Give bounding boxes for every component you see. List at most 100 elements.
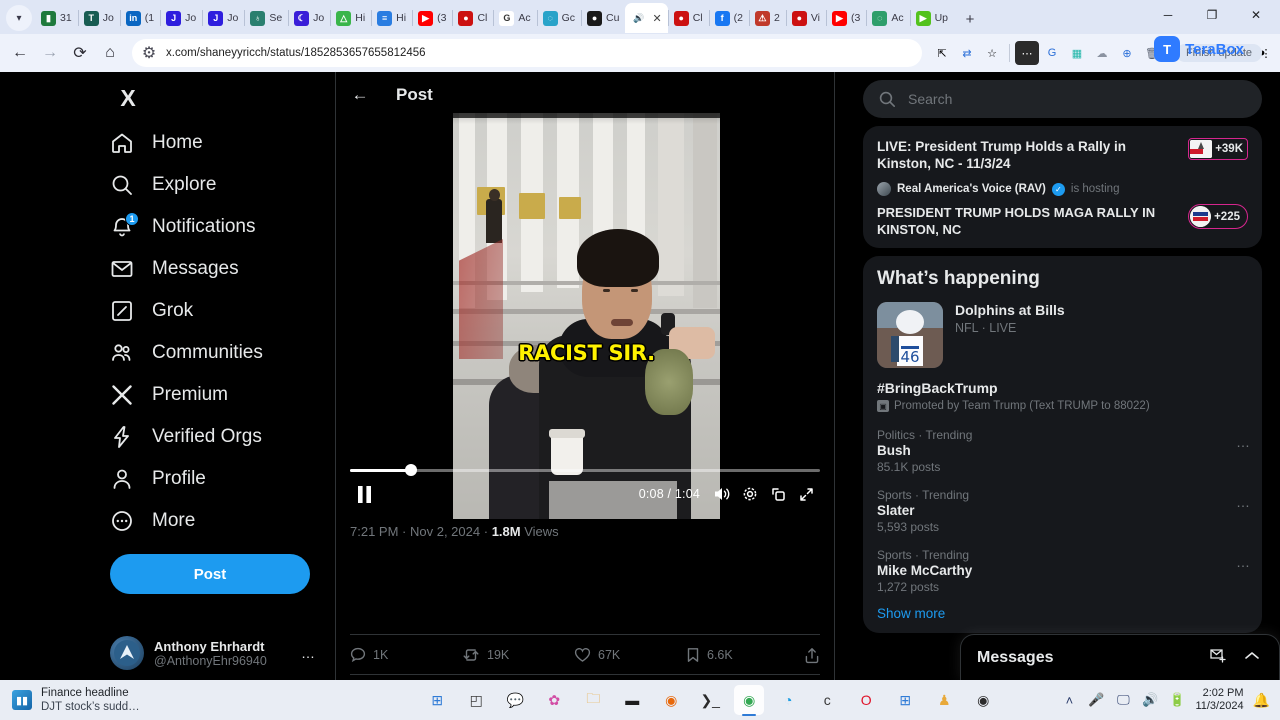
- taskbar-start-icon[interactable]: ⊞: [422, 685, 452, 715]
- like-action[interactable]: 67K: [574, 647, 686, 663]
- browser-tab[interactable]: ▮ 31: [35, 3, 78, 33]
- browser-tab[interactable]: f (2: [708, 3, 749, 33]
- space-host-row[interactable]: Real America's Voice (RAV) ✓ is hosting: [877, 172, 1248, 196]
- volume-on-icon[interactable]: [708, 480, 736, 508]
- display-icon[interactable]: 🖵: [1114, 692, 1132, 708]
- close-button[interactable]: ✕: [1234, 0, 1278, 30]
- install-app-icon[interactable]: ⇱: [930, 41, 954, 65]
- video-progress-track[interactable]: [350, 464, 820, 476]
- bookmark-action[interactable]: 6.6K: [686, 647, 798, 663]
- extension-dark-icon[interactable]: ⋯: [1015, 41, 1039, 65]
- sidebar-item-verified-orgs[interactable]: Verified Orgs: [110, 416, 335, 458]
- taskbar-c-app-icon[interactable]: c: [812, 685, 842, 715]
- address-bar[interactable]: ⚙ x.com/shaneyyricch/status/185285365765…: [132, 39, 922, 67]
- sidebar-item-grok[interactable]: Grok: [110, 290, 335, 332]
- x-logo-icon[interactable]: X: [110, 80, 146, 116]
- sidebar-item-communities[interactable]: Communities: [110, 332, 335, 374]
- browser-tab[interactable]: ▶ (3: [412, 3, 452, 33]
- back-arrow-icon[interactable]: ←: [350, 85, 370, 105]
- sidebar-item-home[interactable]: Home: [110, 122, 335, 164]
- site-info-icon[interactable]: ⚙: [140, 44, 158, 62]
- sidebar-item-premium[interactable]: Premium: [110, 374, 335, 416]
- terabox-promo[interactable]: T TeraBox: [1154, 36, 1244, 62]
- trend-more-icon[interactable]: …: [1236, 494, 1250, 510]
- trend-item[interactable]: Politics · Trending Bush 85.1K posts…: [863, 422, 1262, 482]
- search-bar[interactable]: Search: [863, 80, 1262, 118]
- browser-tab[interactable]: ♁ Se: [244, 3, 288, 33]
- space-chip[interactable]: +225: [1188, 204, 1248, 229]
- fullscreen-icon[interactable]: [792, 480, 820, 508]
- browser-tab[interactable]: △ Hi: [330, 3, 371, 33]
- live-event-row[interactable]: LIVE: President Trump Holds a Rally in K…: [877, 130, 1248, 172]
- taskbar-microsoft-store-icon[interactable]: ⊞: [890, 685, 920, 715]
- account-menu-icon[interactable]: …: [301, 645, 315, 661]
- reload-button[interactable]: ⟳: [66, 39, 94, 67]
- post-button[interactable]: Post: [110, 554, 310, 594]
- translate-icon[interactable]: ⇄: [955, 41, 979, 65]
- new-tab-button[interactable]: +: [958, 7, 982, 31]
- taskbar-file-explorer-dark-icon[interactable]: ◰: [461, 685, 491, 715]
- taskbar-file-explorer-icon[interactable]: 🗀: [578, 685, 608, 715]
- taskbar-copilot-icon[interactable]: ✿: [539, 685, 569, 715]
- sidebar-item-more[interactable]: More: [110, 500, 335, 542]
- tab-search-chevron-icon[interactable]: ▾: [6, 5, 32, 31]
- taskbar-torch-app-icon[interactable]: ♟: [929, 685, 959, 715]
- trend-more-icon[interactable]: …: [1236, 554, 1250, 570]
- taskbar-teams-chat-icon[interactable]: 💬: [500, 685, 530, 715]
- video-player[interactable]: RACIST SIR. 0:08 / 1:04: [336, 72, 834, 519]
- browser-tab[interactable]: ● Cl: [667, 3, 709, 33]
- news-widget[interactable]: ▮▮ Finance headline DJT stock’s sudd…: [0, 687, 360, 714]
- browser-tab[interactable]: ⚠ 2: [748, 3, 786, 33]
- maximize-button[interactable]: ❐: [1190, 0, 1234, 30]
- browser-tab[interactable]: ● Vi: [785, 3, 826, 33]
- trend-item[interactable]: Sports · Trending Slater 5,593 posts…: [863, 482, 1262, 542]
- account-switcher[interactable]: Anthony Ehrhardt @AnthonyEhr96940 …: [110, 636, 315, 670]
- browser-tab[interactable]: ◌ Ac: [866, 3, 909, 33]
- home-button[interactable]: ⌂: [96, 39, 124, 67]
- bookmark-star-icon[interactable]: ☆: [980, 41, 1004, 65]
- volume-icon[interactable]: 🔊: [1141, 692, 1159, 708]
- trend-item[interactable]: Sports · Trending Mike McCarthy 1,272 post…: [863, 542, 1262, 602]
- sidebar-item-explore[interactable]: Explore: [110, 164, 335, 206]
- taskbar-terminal-dark-icon[interactable]: ▬: [617, 685, 647, 715]
- browser-tab[interactable]: T Jo: [77, 3, 120, 33]
- show-more-link[interactable]: Show more: [863, 602, 1262, 633]
- cloud-extension-icon[interactable]: ☁: [1090, 41, 1114, 65]
- taskbar-firefox-icon[interactable]: ◉: [656, 685, 686, 715]
- taskbar-chrome-icon[interactable]: ◉: [734, 685, 765, 716]
- trend-more-icon[interactable]: …: [1236, 434, 1250, 450]
- new-message-icon[interactable]: [1207, 648, 1229, 667]
- globe-extension-icon[interactable]: ⊕: [1115, 41, 1139, 65]
- vpn-extension-icon[interactable]: ▦: [1065, 41, 1089, 65]
- browser-tab[interactable]: J Jo: [160, 3, 202, 33]
- grammar-extension-icon[interactable]: G: [1040, 41, 1064, 65]
- tab-close-icon[interactable]: ✕: [652, 12, 661, 25]
- featured-event[interactable]: 46 Dolphins at Bills NFL · LIVE: [863, 298, 1262, 378]
- taskbar-opera-icon[interactable]: O: [851, 685, 881, 715]
- taskbar-command-prompt-icon[interactable]: ❯_: [695, 685, 725, 715]
- chevron-up-icon[interactable]: [1241, 649, 1263, 667]
- taskbar-chrome-alt-icon[interactable]: ◉: [968, 685, 998, 715]
- taskbar-edge-icon[interactable]: ◔: [773, 685, 803, 715]
- browser-tab[interactable]: ◌ Gc: [536, 3, 581, 33]
- messages-bar[interactable]: Messages: [960, 634, 1280, 680]
- browser-tab[interactable]: ☾ Jo: [288, 3, 330, 33]
- sidebar-item-messages[interactable]: Messages: [110, 248, 335, 290]
- back-button[interactable]: ←: [6, 39, 34, 67]
- browser-tab[interactable]: ● Cl: [452, 3, 493, 33]
- reply-action[interactable]: 1K: [350, 647, 462, 663]
- picture-in-picture-icon[interactable]: [764, 480, 792, 508]
- repost-action[interactable]: 19K: [462, 647, 574, 663]
- battery-icon[interactable]: 🔋: [1168, 692, 1186, 708]
- gear-icon[interactable]: [736, 480, 764, 508]
- microphone-icon[interactable]: 🎤: [1087, 692, 1105, 708]
- sidebar-item-notifications[interactable]: 1 Notifications: [110, 206, 335, 248]
- video-progress-knob[interactable]: [405, 464, 418, 476]
- browser-tab-active[interactable]: 🔊 ✕: [625, 3, 668, 33]
- browser-tab[interactable]: ● Cu: [581, 3, 625, 33]
- video-progress-row[interactable]: [350, 463, 820, 477]
- browser-tab[interactable]: in (1: [119, 3, 160, 33]
- live-event-chip[interactable]: +39K: [1188, 138, 1248, 160]
- search-input[interactable]: Search: [908, 91, 952, 107]
- browser-tab[interactable]: J Jo: [202, 3, 244, 33]
